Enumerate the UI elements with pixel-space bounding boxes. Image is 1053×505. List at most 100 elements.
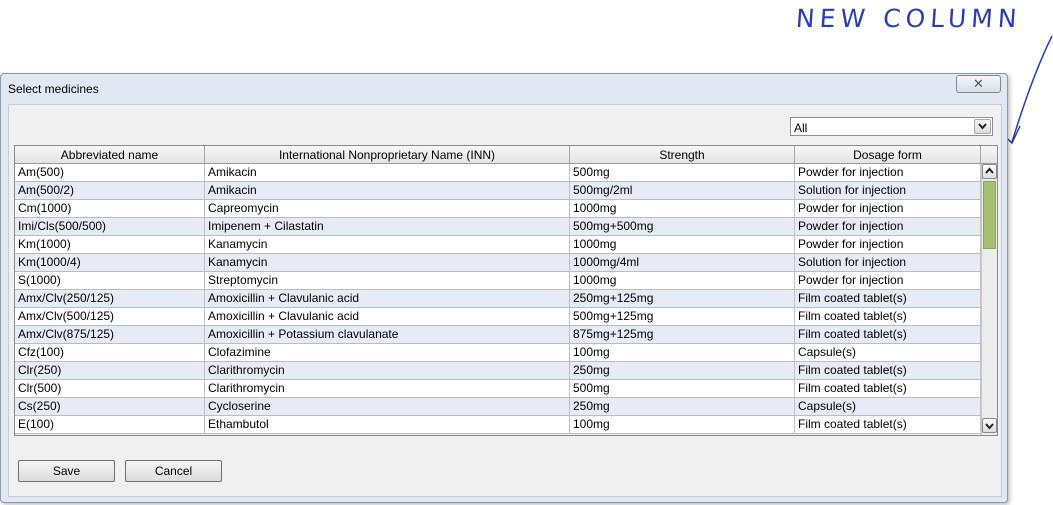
- cell-dosage-form: Film coated tablet(s): [795, 308, 981, 325]
- cell-strength: 100mg: [570, 344, 795, 361]
- table-row[interactable]: Cs(250) Cycloserine 250mg Capsule(s): [15, 398, 981, 416]
- cell-inn: Clarithromycin: [205, 362, 570, 379]
- column-header-dosage-form[interactable]: Dosage form: [795, 146, 981, 163]
- cell-dosage-form: Film coated tablet(s): [795, 380, 981, 397]
- cell-abbreviated-name: Cs(250): [15, 398, 205, 415]
- table-row[interactable]: Clr(500) Clarithromycin 500mg Film coated t…: [15, 380, 981, 398]
- cell-dosage-form: Powder for injection: [795, 272, 981, 289]
- table-row[interactable]: Cfz(100) Clofazimine 100mg Capsule(s): [15, 344, 981, 362]
- cell-dosage-form: Film coated tablet(s): [795, 362, 981, 379]
- cell-strength: 500mg/2ml: [570, 182, 795, 199]
- save-button[interactable]: Save: [18, 460, 115, 482]
- table-row[interactable]: Am(500/2) Amikacin 500mg/2ml Solution for i…: [15, 182, 981, 200]
- scroll-down-icon: [985, 423, 994, 430]
- cell-strength: 250mg+125mg: [570, 290, 795, 307]
- cell-dosage-form: Powder for injection: [795, 164, 981, 181]
- cell-strength: 500mg+500mg: [570, 218, 795, 235]
- select-medicines-dialog: Select medicines ✕ All Abbreviated name …: [0, 73, 1008, 503]
- cell-strength: 250mg: [570, 362, 795, 379]
- cell-dosage-form: Film coated tablet(s): [795, 290, 981, 307]
- cell-strength: 250mg: [570, 398, 795, 415]
- table-header: Abbreviated name International Nonpropri…: [15, 146, 997, 164]
- cell-dosage-form: Capsule(s): [795, 344, 981, 361]
- cell-dosage-form: Solution for injection: [795, 182, 981, 199]
- table-row[interactable]: Cm(1000) Capreomycin 1000mg Powder for inje…: [15, 200, 981, 218]
- cell-inn: Amikacin: [205, 164, 570, 181]
- table-row[interactable]: E(100) Ethambutol 100mg Film coated tablet(…: [15, 416, 981, 434]
- cell-strength: 500mg: [570, 380, 795, 397]
- chevron-down-icon: [978, 123, 987, 130]
- cell-inn: Streptomycin: [205, 272, 570, 289]
- cell-abbreviated-name: Cfz(100): [15, 344, 205, 361]
- cell-abbreviated-name: Imi/Cls(500/500): [15, 218, 205, 235]
- cell-dosage-form: Powder for injection: [795, 218, 981, 235]
- cell-inn: Clarithromycin: [205, 380, 570, 397]
- table-row[interactable]: S(1000) Streptomycin 1000mg Powder for inje…: [15, 272, 981, 290]
- cell-abbreviated-name: Amx/Clv(250/125): [15, 290, 205, 307]
- cell-strength: 1000mg: [570, 200, 795, 217]
- cell-dosage-form: Solution for injection: [795, 254, 981, 271]
- cell-inn: Capreomycin: [205, 200, 570, 217]
- scroll-up-button[interactable]: [982, 164, 997, 179]
- scroll-thumb[interactable]: [983, 181, 996, 249]
- table-row[interactable]: Imi/Cls(500/500) Imipenem + Cilastatin 500…: [15, 218, 981, 236]
- cell-inn: Kanamycin: [205, 254, 570, 271]
- cell-strength: 1000mg/4ml: [570, 254, 795, 271]
- close-icon: ✕: [973, 76, 984, 91]
- cell-inn: Ethambutol: [205, 416, 570, 433]
- cell-abbreviated-name: Km(1000): [15, 236, 205, 253]
- cell-strength: 875mg+125mg: [570, 326, 795, 343]
- cell-abbreviated-name: Clr(250): [15, 362, 205, 379]
- column-header-empty[interactable]: [981, 146, 997, 163]
- cancel-button[interactable]: Cancel: [125, 460, 222, 482]
- dialog-content: All Abbreviated name International Nonpr…: [8, 104, 1002, 497]
- cell-abbreviated-name: S(1000): [15, 272, 205, 289]
- table-row[interactable]: Am(500) Amikacin 500mg Powder for injection: [15, 164, 981, 182]
- table-row[interactable]: Km(1000) Kanamycin 1000mg Powder for inject…: [15, 236, 981, 254]
- cell-inn: Amoxicillin + Clavulanic acid: [205, 308, 570, 325]
- cell-inn: Amoxicillin + Clavulanic acid: [205, 290, 570, 307]
- cell-inn: Kanamycin: [205, 236, 570, 253]
- filter-dropdown[interactable]: All: [790, 117, 993, 136]
- cell-abbreviated-name: Clr(500): [15, 380, 205, 397]
- cell-strength: 1000mg: [570, 272, 795, 289]
- cell-abbreviated-name: E(100): [15, 416, 205, 433]
- cell-inn: Clofazimine: [205, 344, 570, 361]
- close-button[interactable]: ✕: [956, 75, 1001, 93]
- cell-dosage-form: Film coated tablet(s): [795, 416, 981, 433]
- table-body: Am(500) Amikacin 500mg Powder for injection…: [15, 164, 981, 435]
- dialog-title: Select medicines: [8, 82, 99, 96]
- column-header-strength[interactable]: Strength: [570, 146, 795, 163]
- cell-dosage-form: Film coated tablet(s): [795, 326, 981, 343]
- column-header-inn[interactable]: International Nonproprietary Name (INN): [205, 146, 570, 163]
- cell-strength: 1000mg: [570, 236, 795, 253]
- cell-dosage-form: Powder for injection: [795, 200, 981, 217]
- scroll-up-icon: [985, 167, 994, 174]
- cell-abbreviated-name: Am(500/2): [15, 182, 205, 199]
- medicines-table: Abbreviated name International Nonpropri…: [14, 145, 998, 436]
- cell-abbreviated-name: Amx/Clv(500/125): [15, 308, 205, 325]
- cell-inn: Amoxicillin + Potassium clavulanate: [205, 326, 570, 343]
- handwritten-annotation: NEW COLUMN: [794, 4, 1023, 33]
- table-row[interactable]: Clr(250) Clarithromycin 250mg Film coated t…: [15, 362, 981, 380]
- column-header-abbreviated-name[interactable]: Abbreviated name: [15, 146, 205, 163]
- cell-abbreviated-name: Am(500): [15, 164, 205, 181]
- cell-abbreviated-name: Km(1000/4): [15, 254, 205, 271]
- dialog-titlebar[interactable]: Select medicines ✕: [1, 74, 1007, 102]
- filter-value: All: [794, 121, 808, 135]
- table-row[interactable]: Amx/Clv(875/125) Amoxicillin + Potassium …: [15, 326, 981, 344]
- cell-inn: Imipenem + Cilastatin: [205, 218, 570, 235]
- cell-abbreviated-name: Cm(1000): [15, 200, 205, 217]
- scroll-down-button[interactable]: [982, 418, 997, 433]
- table-row[interactable]: Amx/Clv(250/125) Amoxicillin + Clavulanic…: [15, 290, 981, 308]
- table-row[interactable]: Amx/Clv(500/125) Amoxicillin + Clavulanic…: [15, 308, 981, 326]
- cell-dosage-form: Powder for injection: [795, 236, 981, 253]
- cell-dosage-form: Capsule(s): [795, 398, 981, 415]
- table-row-partial: [15, 434, 981, 435]
- table-row[interactable]: Km(1000/4) Kanamycin 1000mg/4ml Solution fo…: [15, 254, 981, 272]
- dropdown-button[interactable]: [974, 119, 991, 134]
- cell-strength: 500mg+125mg: [570, 308, 795, 325]
- cell-abbreviated-name: Amx/Clv(875/125): [15, 326, 205, 343]
- cell-inn: Amikacin: [205, 182, 570, 199]
- vertical-scrollbar[interactable]: [981, 164, 997, 435]
